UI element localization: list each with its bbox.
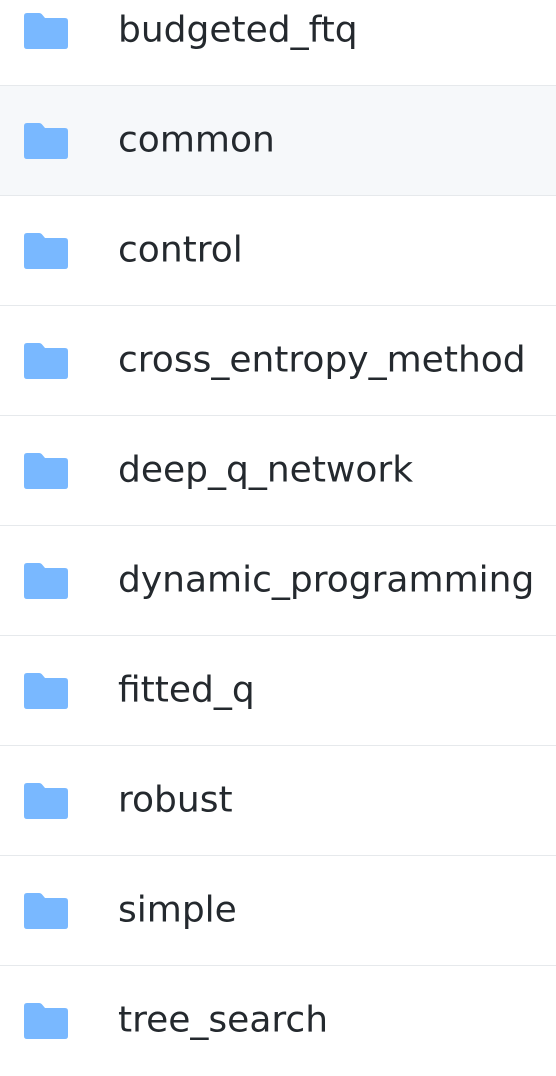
folder-row-tree-search[interactable]: tree_search: [0, 966, 556, 1076]
folder-row-robust[interactable]: robust: [0, 746, 556, 856]
folder-icon: [22, 232, 70, 270]
folder-icon: [22, 1002, 70, 1040]
folder-name[interactable]: dynamic_programming: [118, 561, 534, 598]
folder-name[interactable]: tree_search: [118, 1002, 328, 1038]
folder-name[interactable]: budgeted_ftq: [118, 11, 358, 48]
folder-row-control[interactable]: control: [0, 196, 556, 306]
folder-row-dynamic-programming[interactable]: dynamic_programming: [0, 526, 556, 636]
folder-icon: [22, 122, 70, 160]
folder-name[interactable]: robust: [118, 781, 233, 818]
folder-name[interactable]: deep_q_network: [118, 451, 413, 488]
folder-row-common[interactable]: common: [0, 86, 556, 196]
folder-icon: [22, 562, 70, 600]
folder-row-simple[interactable]: simple: [0, 856, 556, 966]
folder-icon: [22, 452, 70, 490]
folder-name[interactable]: fitted_q: [118, 671, 255, 708]
folder-icon: [22, 342, 70, 380]
folder-name[interactable]: simple: [118, 891, 237, 928]
folder-icon: [22, 892, 70, 930]
folder-row-fitted-q[interactable]: fitted_q: [0, 636, 556, 746]
file-list: budgeted_ftq common control cross_entrop…: [0, 0, 556, 1076]
folder-row-deep-q-network[interactable]: deep_q_network: [0, 416, 556, 526]
folder-name[interactable]: common: [118, 121, 275, 158]
folder-name[interactable]: cross_entropy_method: [118, 341, 526, 378]
folder-icon: [22, 672, 70, 710]
folder-name[interactable]: control: [118, 231, 243, 268]
folder-row-budgeted-ftq[interactable]: budgeted_ftq: [0, 0, 556, 86]
folder-icon: [22, 782, 70, 820]
folder-row-cross-entropy-method[interactable]: cross_entropy_method: [0, 306, 556, 416]
folder-icon: [22, 12, 70, 50]
